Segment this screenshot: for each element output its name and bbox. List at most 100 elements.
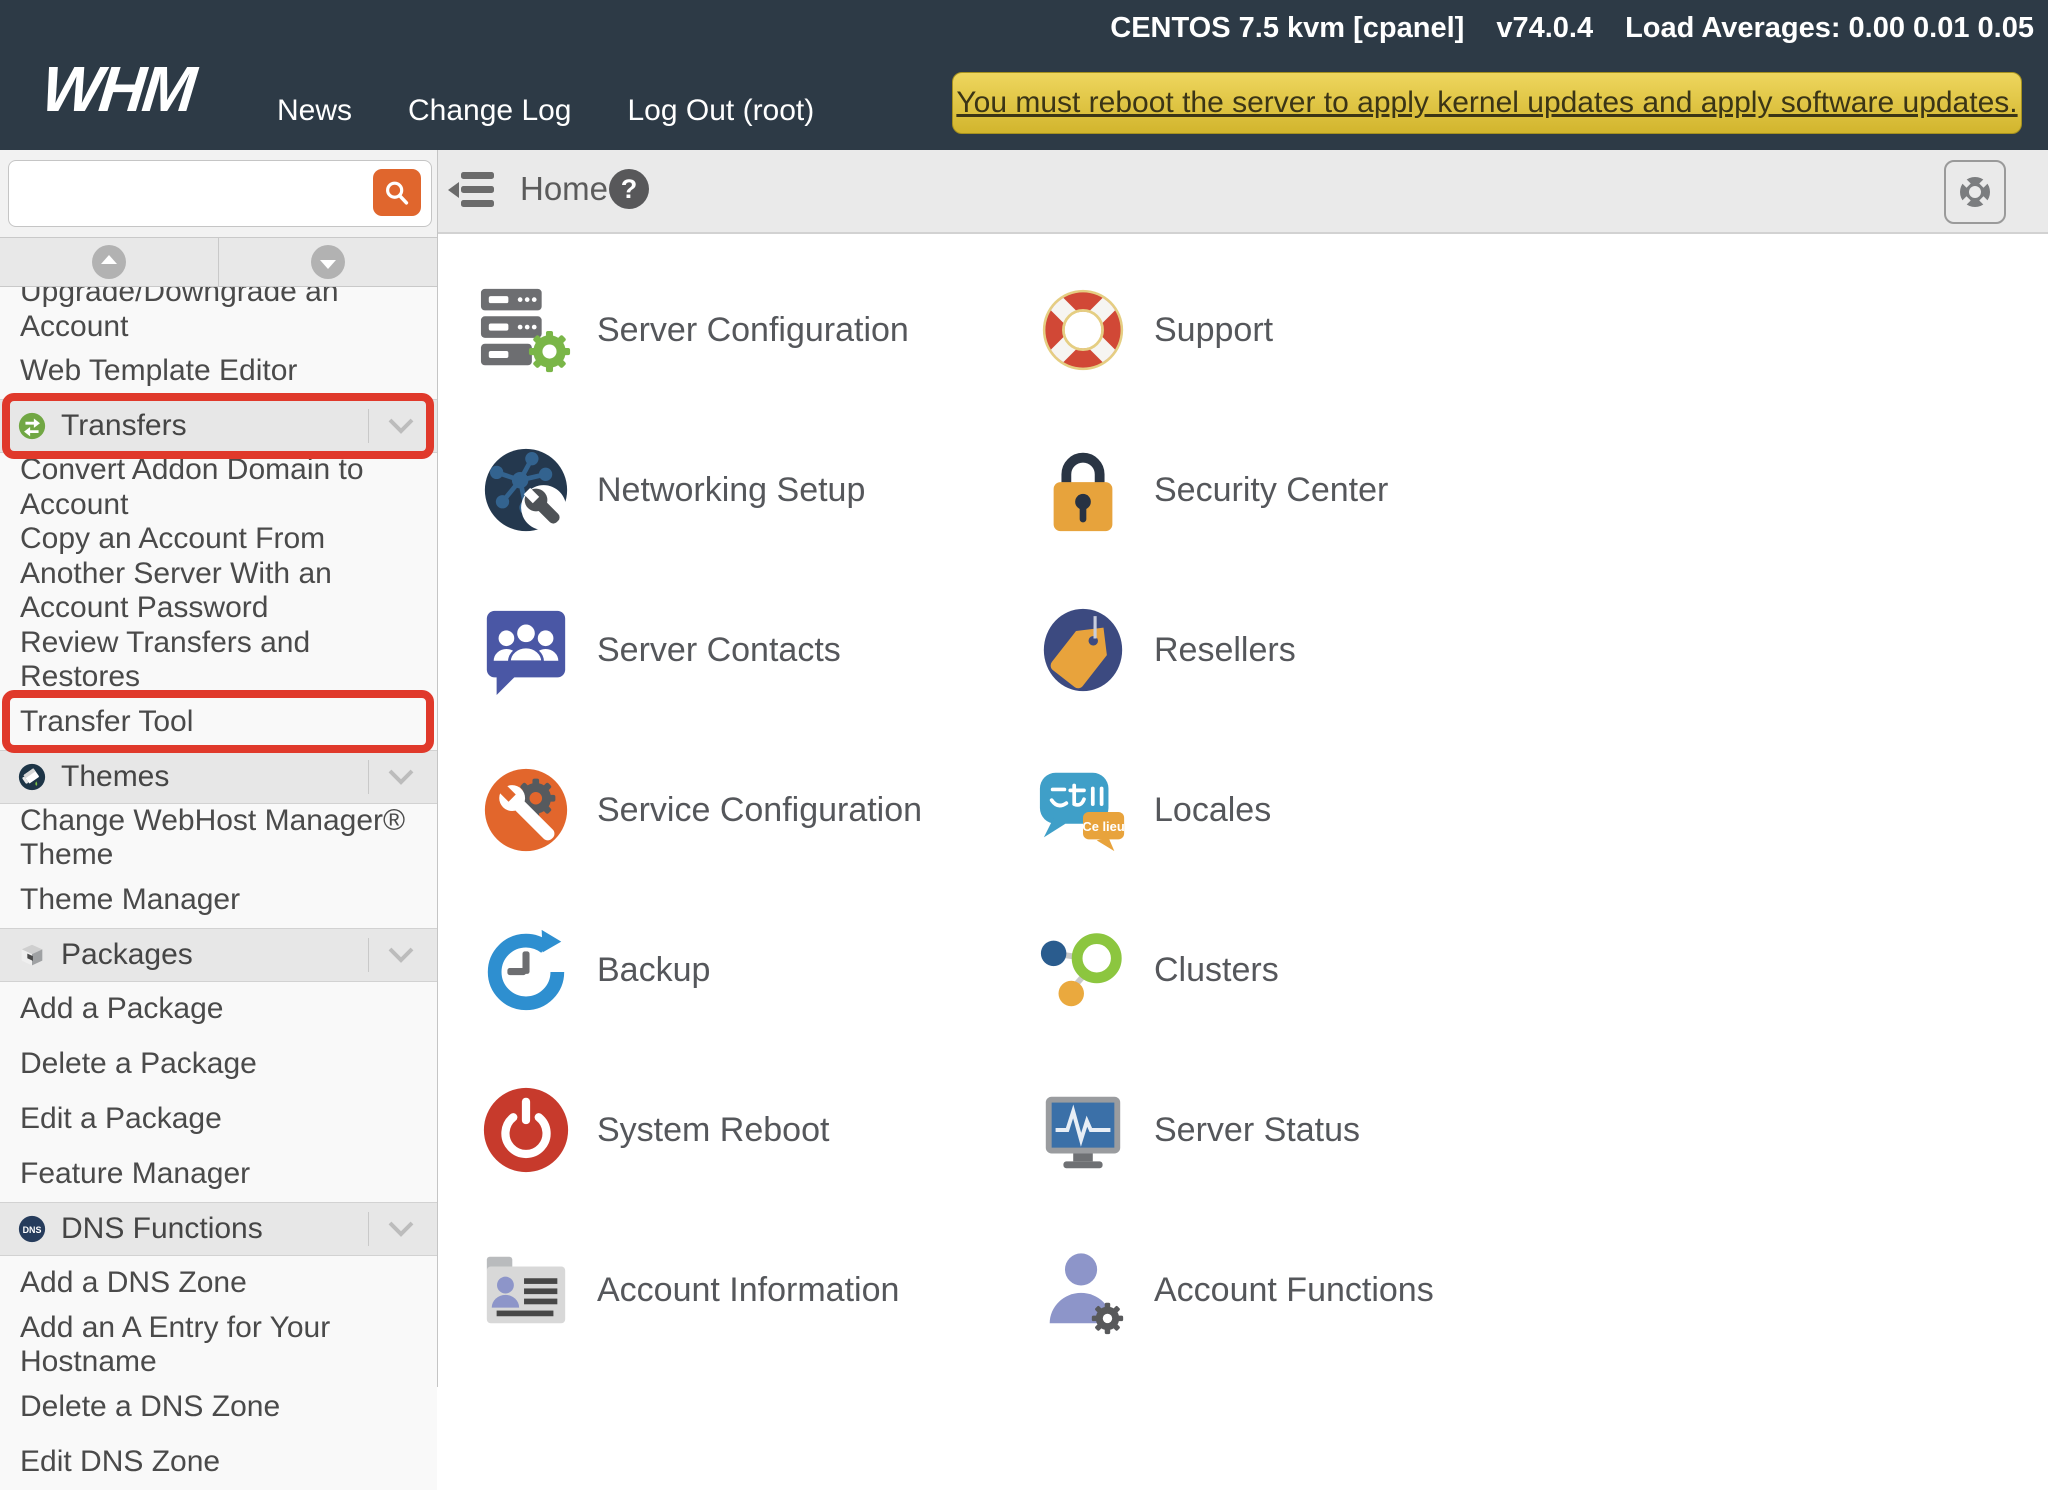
tile-support[interactable]: Support	[1036, 250, 1596, 410]
sidebar-item-transfer-tool[interactable]: Transfer Tool	[0, 689, 437, 753]
tile-label: Server Contacts	[597, 630, 841, 669]
sidebar-item-label: Convert Addon Domain to Account	[20, 453, 364, 521]
resellers-icon	[1036, 603, 1130, 697]
tile-networking-setup[interactable]: Networking Setup	[479, 410, 1036, 570]
scroll-down-icon	[309, 243, 347, 281]
breadcrumb[interactable]: Home	[520, 170, 608, 208]
sidebar-item-change-webhost-manager-theme[interactable]: Change WebHost Manager® Theme	[0, 803, 437, 873]
dns-icon: DNS	[17, 1214, 47, 1244]
nav-news[interactable]: News	[277, 94, 352, 128]
nav-change-log[interactable]: Change Log	[408, 94, 571, 128]
sidebar-item-theme-manager[interactable]: Theme Manager	[0, 872, 437, 928]
tile-system-reboot[interactable]: System Reboot	[479, 1050, 1036, 1210]
tile-account-information[interactable]: Account Information	[479, 1210, 1036, 1370]
tile-locales[interactable]: Ce lieu Locales	[1036, 730, 1596, 890]
sidebar-header-themes[interactable]: Themes	[0, 749, 437, 804]
locales-icon: Ce lieu	[1036, 763, 1130, 857]
sidebar-menu: Upgrade/Downgrade an Account Web Template…	[0, 275, 437, 1490]
sidebar-item-edit-a-package[interactable]: Edit a Package	[0, 1091, 437, 1147]
sidebar-header-label: Transfers	[61, 409, 187, 442]
collapse-sidebar-icon[interactable]	[448, 170, 496, 210]
sidebar-item-label: Web Template Editor	[20, 354, 298, 388]
support-icon	[1036, 283, 1130, 377]
chevron-down-icon[interactable]	[387, 768, 415, 786]
quick-support-button[interactable]	[1944, 160, 2006, 224]
chevron-down-icon[interactable]	[387, 946, 415, 964]
tile-label: Security Center	[1154, 470, 1389, 509]
reboot-warning-link[interactable]: You must reboot the server to apply kern…	[956, 86, 2017, 120]
top-nav: News Change Log Log Out (root)	[277, 94, 814, 128]
sidebar-header-label: DNS Functions	[61, 1211, 263, 1245]
sidebar-header-transfers[interactable]: Transfers	[0, 393, 437, 459]
help-icon[interactable]: ?	[608, 168, 650, 210]
tile-service-configuration[interactable]: Service Configuration	[479, 730, 1036, 890]
tile-label: Backup	[597, 950, 711, 989]
tile-label: System Reboot	[597, 1110, 830, 1149]
tile-label: Account Functions	[1154, 1270, 1434, 1309]
tile-backup[interactable]: Backup	[479, 890, 1036, 1050]
sidebar-item-label: Feature Manager	[20, 1156, 251, 1190]
sidebar-header-dns-functions[interactable]: DNS DNS Functions	[0, 1201, 437, 1256]
sidebar-item-delete-a-dns-zone[interactable]: Delete a DNS Zone	[0, 1379, 437, 1435]
status-version: v74.0.4	[1496, 12, 1594, 44]
chevron-down-icon[interactable]	[387, 1220, 415, 1238]
themes-icon	[17, 762, 47, 792]
server-contacts-icon	[479, 603, 573, 697]
tile-server-configuration[interactable]: Server Configuration	[479, 250, 1036, 410]
sidebar-item-label: Transfer Tool	[20, 704, 194, 738]
reboot-warning-banner[interactable]: You must reboot the server to apply kern…	[952, 72, 2022, 134]
scroll-down-button[interactable]	[219, 238, 437, 286]
backup-icon	[479, 923, 573, 1017]
sidebar-item-convert-addon-domain-to-account[interactable]: Convert Addon Domain to Account	[0, 453, 437, 522]
sidebar-item-add-a-package[interactable]: Add a Package	[0, 981, 437, 1037]
sidebar-item-label: Add a DNS Zone	[20, 1265, 247, 1299]
server-configuration-icon	[479, 283, 573, 377]
tile-resellers[interactable]: Resellers	[1036, 570, 1596, 730]
header-divider	[368, 1211, 369, 1246]
sidebar-header-packages[interactable]: Packages	[0, 927, 437, 982]
sidebar-item-copy-an-account-from-another-server-with-an-account-password[interactable]: Copy an Account From Another Server With…	[0, 522, 437, 626]
tile-server-contacts[interactable]: Server Contacts	[479, 570, 1036, 730]
status-load: Load Averages: 0.00 0.01 0.05	[1625, 12, 2034, 44]
sidebar-item-feature-manager[interactable]: Feature Manager	[0, 1146, 437, 1202]
sidebar-item-edit-dns-zone[interactable]: Edit DNS Zone	[0, 1434, 437, 1490]
search-input[interactable]	[19, 165, 369, 221]
svg-text:?: ?	[621, 174, 638, 204]
sidebar-item-add-an-a-entry-for-your-hostname[interactable]: Add an A Entry for Your Hostname	[0, 1310, 437, 1380]
account-information-icon	[479, 1243, 573, 1337]
tile-label: Account Information	[597, 1270, 900, 1309]
whm-logo[interactable]: WHM	[38, 52, 197, 126]
server-status-readout: CENTOS 7.5 kvm [cpanel] v74.0.4 Load Ave…	[1110, 12, 2034, 45]
sidebar-item-label: Change WebHost Manager® Theme	[20, 803, 406, 872]
tile-label: Clusters	[1154, 950, 1279, 989]
nav-log-out[interactable]: Log Out (root)	[628, 94, 815, 128]
sidebar-item-label: Edit DNS Zone	[20, 1444, 221, 1478]
sidebar-item-delete-a-package[interactable]: Delete a Package	[0, 1036, 437, 1092]
scroll-up-button[interactable]	[0, 238, 219, 286]
search-box	[8, 160, 432, 227]
system-reboot-icon	[479, 1083, 573, 1177]
tile-account-functions[interactable]: Account Functions	[1036, 1210, 1596, 1370]
lifering-icon	[1956, 173, 1994, 211]
search-icon	[382, 178, 412, 208]
sidebar-search-area	[0, 150, 437, 237]
sidebar-item-label: Delete a DNS Zone	[20, 1389, 281, 1423]
tile-security-center[interactable]: Security Center	[1036, 410, 1596, 570]
sidebar-item-add-a-dns-zone[interactable]: Add a DNS Zone	[0, 1255, 437, 1311]
feature-grid: Server Configuration Support Networking Se…	[479, 250, 1596, 1370]
breadcrumb-bar: Home ?	[438, 150, 2048, 234]
svg-text:DNS: DNS	[23, 1224, 42, 1234]
server-status-icon	[1036, 1083, 1130, 1177]
header-divider	[368, 409, 369, 443]
tile-server-status[interactable]: Server Status	[1036, 1050, 1596, 1210]
sidebar-item-review-transfers-and-restores[interactable]: Review Transfers and Restores	[0, 625, 437, 695]
search-button[interactable]	[373, 169, 421, 216]
chevron-down-icon[interactable]	[387, 417, 415, 435]
tile-label: Resellers	[1154, 630, 1296, 669]
security-center-icon	[1036, 443, 1130, 537]
scroll-up-icon	[90, 243, 128, 281]
sidebar-item-label: Copy an Account From Another Server With…	[20, 522, 332, 624]
sidebar-item-web-template-editor[interactable]: Web Template Editor	[0, 344, 437, 399]
tile-clusters[interactable]: Clusters	[1036, 890, 1596, 1050]
sidebar-header-label: Themes	[61, 759, 170, 793]
